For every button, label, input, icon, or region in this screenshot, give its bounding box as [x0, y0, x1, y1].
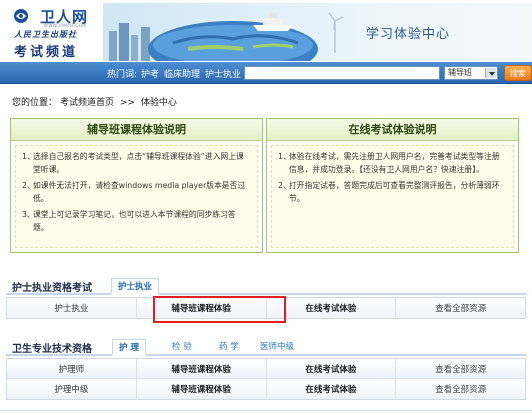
hot-link-hukao[interactable]: 护考: [141, 67, 159, 80]
site-logo[interactable]: 卫人网 WWW.IPMPH.COM 人民卫生出版社 考试频道: [8, 5, 103, 60]
nurse-course-table: 护士执业 辅导班课程体验 在线考试体验 查看全部资源: [6, 297, 526, 319]
breadcrumb: 您的位置： 考试频道首页 >> 体验中心: [12, 95, 180, 108]
row-label: 护士执业: [7, 298, 137, 318]
logo-mark-icon: [14, 9, 28, 23]
online-exam-link[interactable]: 在线考试体验: [266, 379, 397, 399]
tab-physician-intermediate[interactable]: 医师中级: [254, 339, 300, 356]
view-all-resources-link[interactable]: 查看全部资源: [396, 359, 525, 378]
row-label: 护理中级: [7, 379, 137, 399]
banner-illustration: [109, 12, 344, 61]
search-button[interactable]: 搜索: [504, 65, 532, 81]
tab-nursing[interactable]: 护 理: [112, 339, 146, 356]
view-all-resources-link[interactable]: 查看全部资源: [396, 379, 525, 399]
table-row: 护士执业 辅导班课程体验 在线考试体验 查看全部资源: [7, 298, 525, 318]
table-row: 护理师 辅导班课程体验 在线考试体验 查看全部资源: [7, 359, 525, 379]
list-item: 1、 体验在线考试，需先注册卫人网用户名，完善考试类型等注册信息，并成功登录。【还…: [278, 152, 500, 174]
exam-info-list: 1、 体验在线考试，需先注册卫人网用户名，完善考试类型等注册信息，并成功登录。【还…: [278, 150, 507, 205]
banner-title: 学习体验中心: [366, 27, 451, 42]
logo-channel: 考试频道: [14, 45, 79, 60]
row-label: 护理师: [7, 359, 137, 378]
top-nav-bar: 热门词: 护考 临床助理 护士执业 辅导班 搜索: [0, 62, 532, 84]
header-banner: 学习体验中心: [103, 3, 532, 61]
logo-publisher: 人民卫生出版社: [14, 29, 77, 39]
tab-pharmacy[interactable]: 药 学: [213, 339, 245, 356]
course-experience-link[interactable]: 辅导班课程体验: [136, 359, 267, 378]
hot-link-hushi[interactable]: 护士执业: [205, 67, 241, 80]
nurse-section-title: 护士执业资格考试: [12, 283, 92, 294]
course-experience-link[interactable]: 辅导班课程体验: [136, 379, 267, 399]
hot-link-linchuang[interactable]: 临床助理: [164, 67, 200, 80]
list-item: 1、 选择自己报名的考试类型，点击“辅导班课程体验”进入网上课堂听课。: [22, 152, 244, 174]
course-experience-info-box: 辅导班课程体验说明 1、 选择自己报名的考试类型，点击“辅导班课程体验”进入网上课…: [10, 118, 263, 253]
breadcrumb-separator: >>: [119, 98, 135, 108]
exam-info-title: 在线考试体验说明: [267, 119, 518, 141]
table-row: 护理中级 辅导班课程体验 在线考试体验 查看全部资源: [7, 379, 525, 399]
course-info-title: 辅导班课程体验说明: [11, 119, 262, 141]
tab-nurse-practice[interactable]: 护士执业: [111, 278, 160, 295]
footer-divider: [0, 410, 532, 411]
online-exam-info-box: 在线考试体验说明 1、 体验在线考试，需先注册卫人网用户名，完善考试类型等注册信息…: [266, 118, 519, 253]
list-item: 2、 打开指定试卷，答题完成后可查看完整测评报告，分析薄弱环节。: [278, 181, 500, 203]
online-exam-link[interactable]: 在线考试体验: [266, 298, 397, 318]
view-all-resources-link[interactable]: 查看全部资源: [396, 298, 525, 318]
health-course-table: 护理师 辅导班课程体验 在线考试体验 查看全部资源 护理中级 辅导班课程体验 在…: [6, 358, 526, 400]
list-item: 2、 如课件无法打开，请检查windows media player版本是否过低。: [22, 181, 246, 203]
search-category-value: 辅导班: [448, 68, 472, 77]
exam-info-body: 1、 体验在线考试，需先注册卫人网用户名，完善考试类型等注册信息，并成功登录。【还…: [271, 145, 514, 248]
chevron-down-icon: [485, 68, 496, 78]
list-item: 3、 课堂上可记录学习笔记，也可以进入本节课程的同步练习答题。: [22, 210, 236, 232]
health-section-title: 卫生专业技术资格: [12, 344, 92, 355]
page-header: 卫人网 WWW.IPMPH.COM 人民卫生出版社 考试频道 学习体验中心: [0, 0, 532, 62]
breadcrumb-home-link[interactable]: 考试频道首页: [60, 98, 114, 108]
tab-lab[interactable]: 检 验: [166, 339, 198, 356]
online-exam-link[interactable]: 在线考试体验: [266, 359, 397, 378]
breadcrumb-current: 体验中心: [140, 98, 177, 108]
logo-url: WWW.IPMPH.COM: [44, 23, 87, 28]
hot-words-label: 热门词:: [107, 70, 138, 80]
course-experience-link[interactable]: 辅导班课程体验: [136, 298, 267, 318]
course-info-list: 1、 选择自己报名的考试类型，点击“辅导班课程体验”进入网上课堂听课。 2、 如课件…: [22, 150, 251, 234]
search-input[interactable]: [244, 66, 440, 80]
nurse-section-header: 护士执业资格考试 护士执业: [6, 276, 526, 295]
breadcrumb-prefix: 您的位置：: [12, 98, 58, 108]
search-category-select[interactable]: 辅导班: [444, 66, 498, 80]
health-section-header: 卫生专业技术资格 护 理 检 验 药 学 医师中级: [6, 337, 526, 356]
course-info-body: 1、 选择自己报名的考试类型，点击“辅导班课程体验”进入网上课堂听课。 2、 如课件…: [15, 145, 258, 248]
